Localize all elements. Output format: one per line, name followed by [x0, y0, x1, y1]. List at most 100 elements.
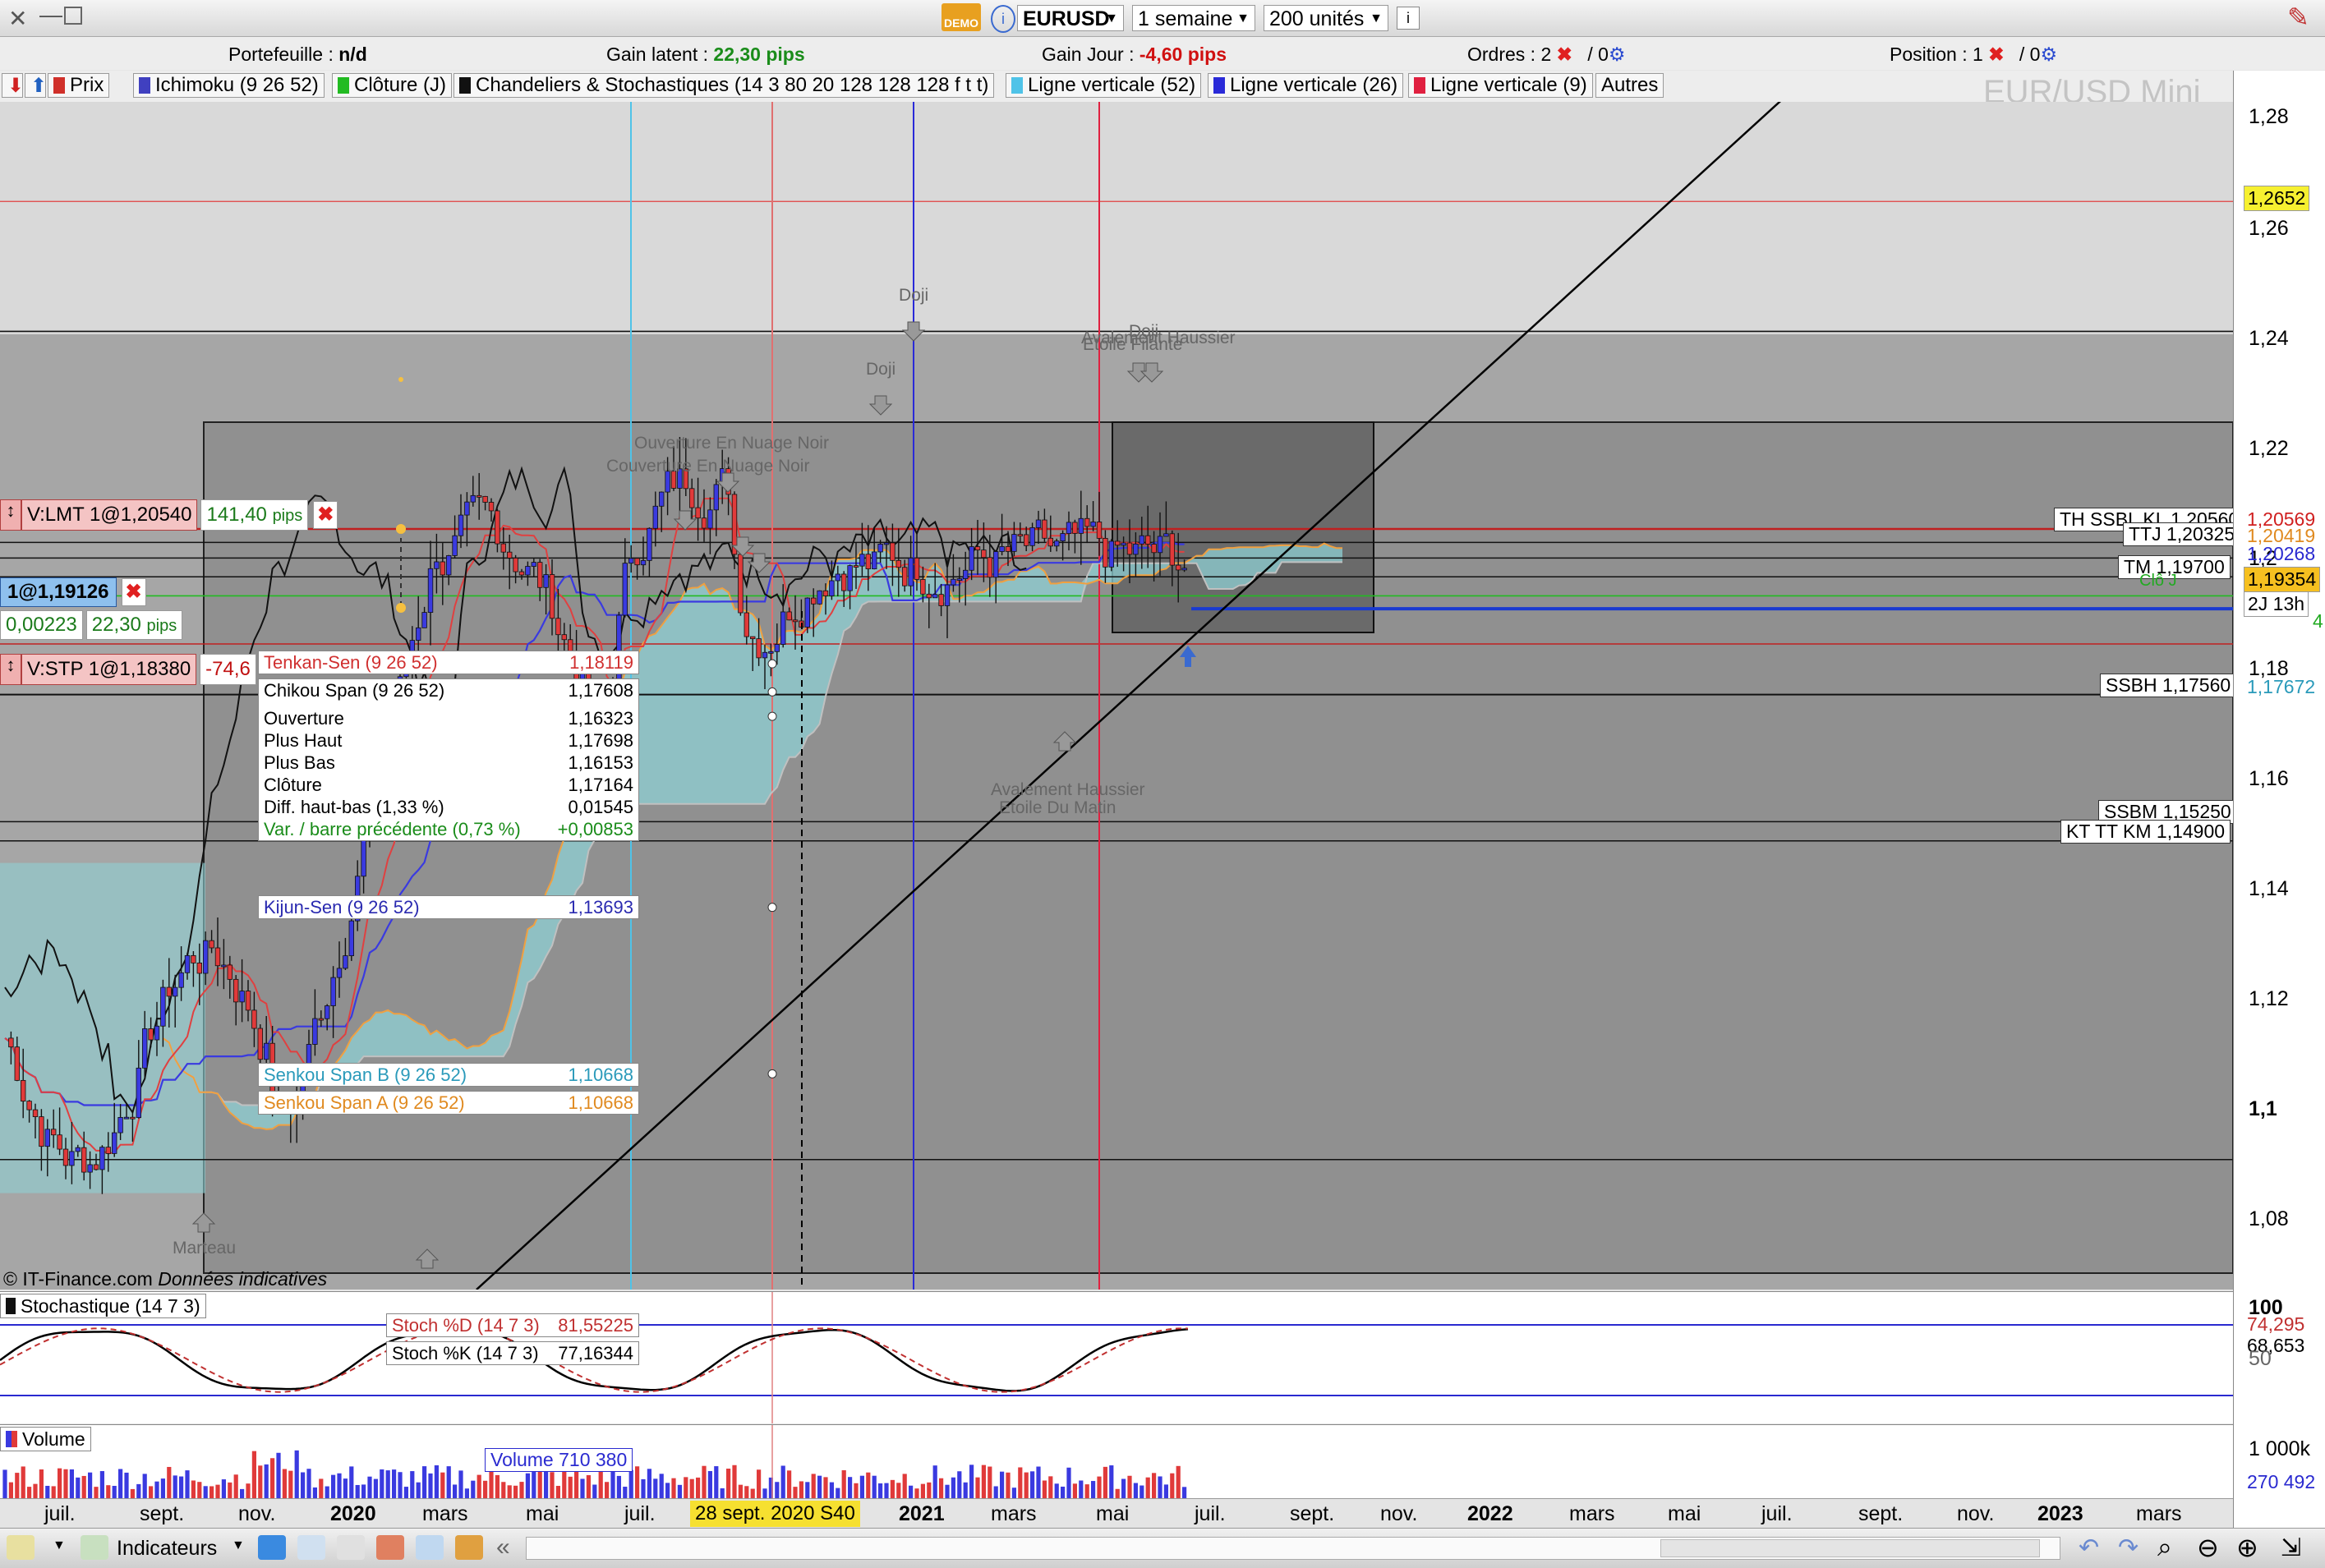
candle-body [488, 502, 495, 512]
candle-body [640, 560, 647, 566]
pips-unit: pips [272, 507, 303, 525]
candle-body [20, 1079, 26, 1102]
volume-bar [890, 1479, 895, 1499]
volume-bar [215, 1484, 220, 1499]
candle-body [804, 597, 810, 628]
order-handle[interactable] [396, 603, 406, 613]
volume-bar [258, 1465, 263, 1499]
close-icon[interactable]: ✕ [8, 5, 27, 32]
chevron-down-icon[interactable]: ▼ [53, 1538, 66, 1553]
volume-bar [154, 1481, 159, 1499]
settings-icon[interactable]: ⚙ [1609, 44, 1626, 65]
candle-body [8, 1037, 14, 1048]
legend-item-ligne-52[interactable]: Ligne verticale (52) [1006, 73, 1202, 98]
share-icon[interactable] [258, 1535, 286, 1560]
candle-body [440, 561, 445, 576]
legend-item-cloture[interactable]: Clôture (J) [332, 73, 453, 98]
stop-order-row[interactable]: ↕ V:STP 1@1,18380 -74,6 [0, 652, 256, 687]
limit-order-row[interactable]: ↕ V:LMT 1@1,20540 141,40 pips ✖ [0, 498, 338, 532]
arrow-up-icon[interactable]: ⬆ [25, 73, 47, 98]
position[interactable]: Position : 1 ✖ / 0⚙ [1890, 44, 2057, 66]
volume-bar [884, 1483, 889, 1499]
stochastic-title[interactable]: Stochastique (14 7 3) [0, 1294, 206, 1318]
order-handle[interactable] [396, 524, 406, 534]
units-select[interactable]: 200 unités ▼ [1264, 5, 1388, 31]
volume-bar [94, 1487, 99, 1499]
position-label-box[interactable]: 1@1,19126 [0, 577, 117, 607]
minimize-icon[interactable]: — [39, 2, 62, 28]
candle-body [786, 611, 792, 621]
cancel-icon[interactable]: ✖ [1988, 44, 2004, 65]
symbol-select[interactable]: EURUSD ▼ [1017, 5, 1124, 31]
zoom-out-icon[interactable]: ⊖ [2197, 1532, 2219, 1563]
compare-icon[interactable] [416, 1535, 444, 1560]
var-value: +0,00853 [557, 819, 633, 839]
volume-title[interactable]: Volume [0, 1427, 91, 1451]
volume-bar [714, 1466, 719, 1499]
export-icon[interactable] [455, 1535, 483, 1560]
legend-item-ligne-26[interactable]: Ligne verticale (26) [1208, 73, 1404, 98]
candle-body [944, 584, 951, 606]
volume-bar [641, 1478, 646, 1499]
legend-item-ichimoku[interactable]: Ichimoku (9 26 52) [133, 73, 325, 98]
cancel-order-icon[interactable]: ✖ [313, 501, 338, 529]
limit-order-label[interactable]: V:LMT 1@1,20540 [21, 499, 198, 531]
volume-bar [684, 1477, 688, 1499]
time-axis[interactable]: juil. sept. nov. 2020 mars mai juil. 202… [0, 1498, 2233, 1529]
properties-icon[interactable]: i [1397, 7, 1420, 30]
legend-item-chandeliers[interactable]: Chandeliers & Stochastiques (14 3 80 20 … [453, 73, 995, 98]
scroll-left-icon[interactable]: « [496, 1534, 510, 1561]
drag-handle-icon[interactable]: ↕ [0, 499, 21, 531]
time-tick: nov. [1380, 1502, 1418, 1525]
stoch-tick-50: 50 [2249, 1347, 2272, 1370]
close-position-icon[interactable]: ✖ [121, 578, 146, 606]
volume-bar [51, 1486, 56, 1499]
position-row[interactable]: 1@1,19126 ✖ [0, 575, 146, 609]
volume-bar [306, 1469, 311, 1499]
legend-item-ligne-9[interactable]: Ligne verticale (9) [1408, 73, 1593, 98]
comment-icon[interactable] [297, 1535, 325, 1560]
feather-icon[interactable]: ✎ [2287, 2, 2309, 33]
candle-body [1096, 522, 1103, 539]
maximize-icon[interactable] [64, 7, 82, 25]
drag-handle-icon[interactable]: ↕ [0, 654, 21, 685]
arrow-down-icon[interactable]: ⬇ [2, 73, 24, 98]
candles-icon[interactable] [376, 1535, 404, 1560]
volume-bar [702, 1465, 707, 1499]
legend-item-prix[interactable]: Prix [48, 73, 110, 98]
stop-order-label[interactable]: V:STP 1@1,18380 [21, 654, 197, 685]
volume-bar [1139, 1485, 1144, 1499]
volume-bar [689, 1478, 694, 1499]
horizontal-scrollbar[interactable] [526, 1537, 2060, 1560]
ordres[interactable]: Ordres : 2 ✖ / 0⚙ [1467, 44, 1626, 66]
legend-item-autres[interactable]: Autres [1595, 73, 1664, 98]
redo-icon[interactable]: ↷ [2118, 1534, 2139, 1562]
period-select[interactable]: 1 semaine ▼ [1132, 5, 1255, 31]
candle-body [191, 954, 196, 963]
settings-icon[interactable]: ⚙ [2040, 44, 2057, 65]
volume-bar [610, 1471, 615, 1499]
undo-icon[interactable]: ↶ [2079, 1534, 2099, 1562]
zoom-fit-icon[interactable]: ⌕ [2157, 1532, 2172, 1563]
list-icon[interactable] [337, 1535, 365, 1560]
volume-bar [233, 1474, 238, 1499]
volume-bar [628, 1469, 633, 1499]
price-axis[interactable]: 1,28 1,26 1,24 1,22 1,2 1,18 1,16 1,14 1… [2233, 71, 2325, 1536]
candle-body [841, 573, 847, 591]
cancel-icon[interactable]: ✖ [1557, 44, 1572, 65]
indicators-button[interactable]: Indicateurs [117, 1537, 217, 1561]
draw-tool-icon[interactable] [7, 1535, 35, 1560]
candle-body [117, 1117, 123, 1133]
expand-icon[interactable]: ⇲ [2281, 1534, 2301, 1562]
info-icon[interactable]: i [991, 5, 1015, 33]
indicators-icon[interactable] [81, 1535, 108, 1560]
zoom-in-icon[interactable]: ⊕ [2236, 1532, 2258, 1563]
stochastic-panel[interactable]: Stochastique (14 7 3) Stoch %D (14 7 3) 8… [0, 1291, 2233, 1423]
candle-body [39, 1116, 44, 1147]
chevron-down-icon[interactable]: ▼ [232, 1538, 245, 1553]
volume-panel[interactable]: Volume Volume 710 380 [0, 1424, 2233, 1499]
volume-bar [1091, 1481, 1096, 1499]
scrollbar-thumb[interactable] [1660, 1539, 2040, 1557]
candle-body [537, 562, 543, 588]
volume-bar [27, 1487, 32, 1499]
